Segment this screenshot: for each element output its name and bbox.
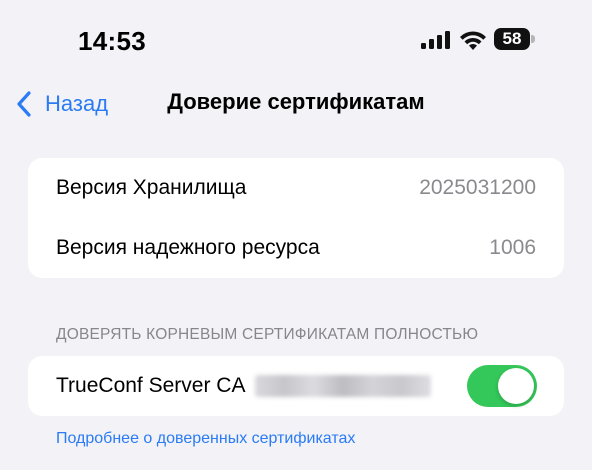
version-info-card: Версия Хранилища 2025031200 Версия надеж… bbox=[28, 158, 564, 278]
row-label: Версия Хранилища bbox=[56, 176, 247, 199]
battery-level: 58 bbox=[502, 29, 522, 48]
row-value: 1006 bbox=[489, 236, 536, 259]
toggle-knob bbox=[498, 368, 534, 404]
certificate-name-wrap: TrueConf Server CA bbox=[28, 374, 432, 398]
certificate-trust-toggle[interactable] bbox=[467, 365, 537, 407]
list-item-trust-store-version: Версия Хранилища 2025031200 bbox=[28, 158, 564, 218]
list-item-trust-asset-version: Версия надежного ресурса 1006 bbox=[28, 218, 564, 278]
certificate-name: TrueConf Server CA bbox=[56, 374, 246, 397]
status-bar: 14:53 58 bbox=[0, 0, 592, 80]
back-label: Назад bbox=[45, 91, 109, 116]
battery-icon: 58 bbox=[494, 28, 530, 50]
certificate-row: TrueConf Server CA bbox=[28, 356, 564, 416]
row-label: Версия надежного ресурса bbox=[56, 236, 320, 259]
battery-cap bbox=[531, 35, 535, 43]
row-value: 2025031200 bbox=[419, 176, 536, 199]
cellular-signal-icon bbox=[421, 31, 450, 49]
section-header-full-trust: ДОВЕРЯТЬ КОРНЕВЫМ СЕРТИФИКАТАМ ПОЛНОСТЬЮ bbox=[56, 326, 479, 343]
status-time: 14:53 bbox=[78, 26, 146, 56]
back-button[interactable]: Назад bbox=[16, 86, 108, 122]
root-certificates-card: TrueConf Server CA bbox=[28, 356, 564, 416]
learn-more-link[interactable]: Подробнее о доверенных сертификатах bbox=[56, 430, 355, 448]
chevron-left-icon bbox=[17, 91, 31, 117]
wifi-icon bbox=[460, 31, 486, 50]
redacted-text bbox=[255, 375, 432, 397]
